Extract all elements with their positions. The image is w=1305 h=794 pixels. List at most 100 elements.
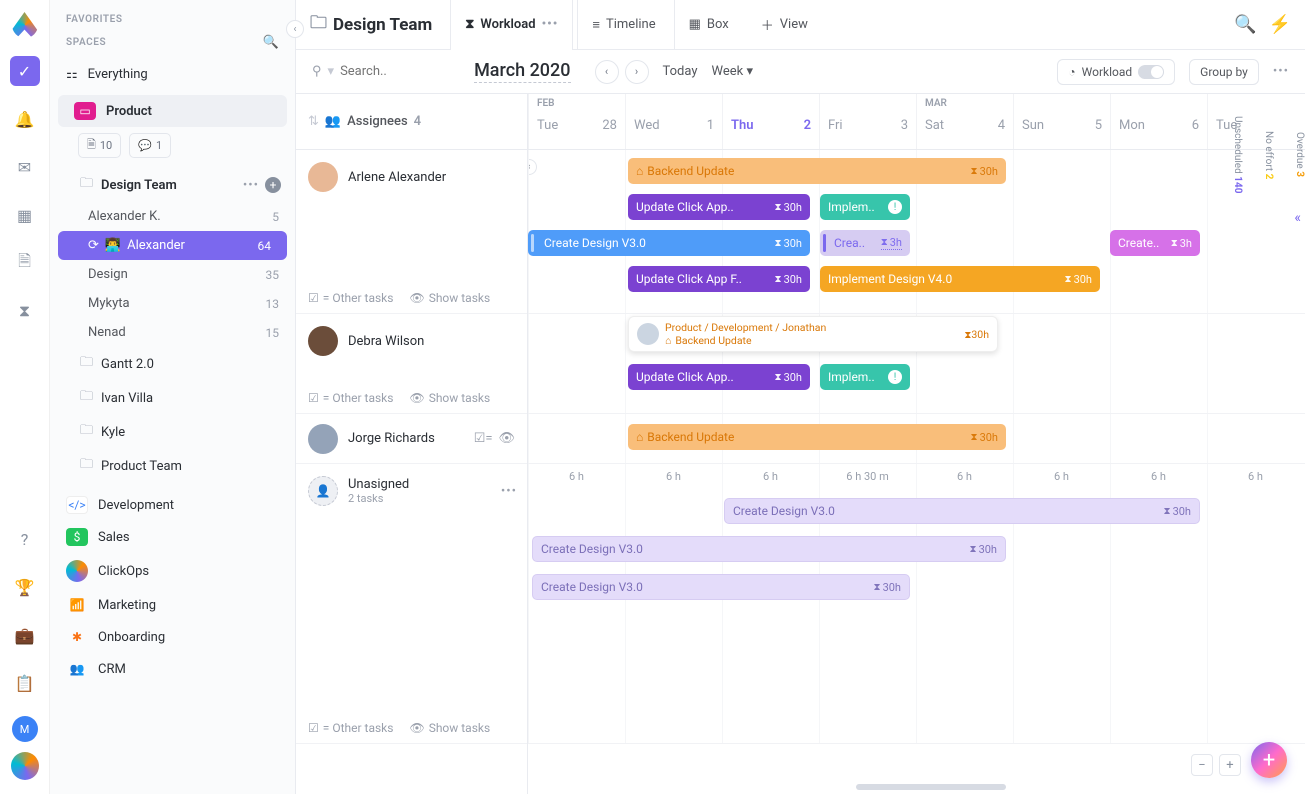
search-icon[interactable]: 🔍 — [263, 35, 279, 50]
toggle-switch[interactable] — [1138, 65, 1164, 79]
sidebar-item-member-active[interactable]: ⟳ 👨‍💻 Alexander 64 — [58, 231, 287, 260]
clipboard-icon[interactable]: 📋 — [10, 668, 40, 698]
task-create-v3[interactable]: Create Design V3.0⧗30h — [724, 498, 1200, 524]
goals-icon[interactable]: 🏆 — [10, 572, 40, 602]
sidebar-folder[interactable]: 🗀Product Team — [50, 449, 295, 483]
sidebar-space-marketing[interactable]: 📶Marketing — [50, 589, 295, 621]
tab-workload[interactable]: ⧗Workload••• — [450, 0, 573, 50]
task-backend-update[interactable]: ⌂ Backend Update⧗30h — [628, 424, 1006, 450]
app-logo-icon[interactable] — [12, 12, 38, 38]
assignee-name[interactable]: Arlene Alexander — [308, 162, 515, 192]
other-tasks-link[interactable]: ☑= Other tasks — [308, 391, 393, 405]
sidebar-item-design-team[interactable]: 🗀Design Team ••• + — [50, 168, 295, 202]
chat-chip[interactable]: 💬 1 — [129, 133, 171, 158]
task-implement[interactable]: Implem..! — [820, 194, 910, 220]
home-icon[interactable]: ✓ — [10, 56, 40, 86]
sidebar-item-member[interactable]: Design35 — [50, 260, 295, 289]
groupby-button[interactable]: Group by — [1189, 59, 1259, 85]
docs-chip[interactable]: 🗎 10 — [78, 133, 121, 158]
show-tasks-link[interactable]: 👁 Show tasks — [409, 291, 490, 305]
sidebar-space-crm[interactable]: 👥CRM — [50, 653, 295, 685]
workspace-logo-icon[interactable] — [11, 752, 39, 780]
tab-options-icon[interactable]: ••• — [542, 17, 559, 32]
onboarding-space-icon: ✱ — [66, 628, 88, 646]
show-tasks-link[interactable]: 👁 Show tasks — [409, 391, 490, 405]
other-tasks-link[interactable]: ☑= Other tasks — [308, 291, 393, 305]
help-icon[interactable]: ? — [10, 524, 40, 554]
collapse-sidebar-icon[interactable]: ‹ — [286, 20, 304, 38]
collapse-ribbon-icon[interactable]: « — [1294, 210, 1301, 226]
prev-button[interactable]: ‹ — [595, 60, 619, 84]
tasks-icon[interactable]: ☑= — [474, 431, 493, 446]
assignee-name[interactable]: Jorge Richards — [308, 424, 435, 454]
user-avatar-icon[interactable]: M — [12, 716, 38, 742]
tab-box[interactable]: ▦Box — [674, 0, 743, 50]
task-backend-update[interactable]: ⌂ Backend Update⧗30h — [628, 158, 1006, 184]
row-options-icon[interactable]: ••• — [501, 484, 517, 499]
tasks-count: 2 tasks — [348, 492, 409, 505]
tab-add-view[interactable]: ＋View — [747, 0, 822, 50]
today-button[interactable]: Today — [663, 64, 698, 79]
calendar-header: FEBTue28 Wed1 Thu2 Fri3 MARSat4 Sun5 Mon… — [528, 94, 1305, 150]
sort-icon[interactable]: ⇅ — [308, 114, 319, 129]
assignee-row: Arlene Alexander ☑= Other tasks 👁 Show t… — [296, 150, 527, 314]
assignees-header[interactable]: ⇅ 👥 Assignees 4 — [296, 94, 527, 150]
sidebar-item-member[interactable]: Alexander K.5 — [50, 202, 295, 231]
ribbon-noeffort[interactable]: No effort 2 — [1263, 131, 1274, 179]
create-button[interactable]: + — [1251, 742, 1287, 778]
ribbon-unscheduled[interactable]: Unscheduled 140 — [1232, 116, 1243, 193]
folder-icon: 🗀 — [80, 421, 93, 443]
ribbon-overdue[interactable]: Overdue 3 — [1294, 132, 1305, 177]
next-button[interactable]: › — [625, 60, 649, 84]
apps-icon[interactable]: ▦ — [10, 200, 40, 230]
search-icon[interactable]: 🔍 — [1234, 14, 1256, 35]
assignee-unassigned[interactable]: 👤 Unasigned 2 tasks — [308, 476, 515, 506]
sidebar-item-member[interactable]: Mykyta13 — [50, 289, 295, 318]
task-implement-v4[interactable]: Implement Design V4.0⧗30h — [820, 266, 1100, 292]
more-options-icon[interactable]: ••• — [1273, 64, 1289, 79]
sidebar-folder[interactable]: 🗀Ivan Villa — [50, 381, 295, 415]
task-crea[interactable]: Crea..⧗3h — [820, 230, 910, 256]
task-update-clickapp[interactable]: Update Click App..⧗30h — [628, 194, 810, 220]
search-input[interactable] — [340, 64, 460, 79]
eye-icon[interactable]: 👁 — [498, 431, 515, 446]
breadcrumb[interactable]: 🗀 Design Team — [310, 10, 446, 39]
show-tasks-link[interactable]: 👁 Show tasks — [409, 721, 490, 735]
docs-icon[interactable]: 🗎 — [10, 248, 40, 278]
range-select[interactable]: Week ▾ — [712, 64, 753, 79]
task-update-clickapp[interactable]: Update Click App..⧗30h — [628, 364, 810, 390]
options-icon[interactable]: ••• — [243, 178, 259, 193]
search-box[interactable]: ⚲▾ — [312, 64, 460, 79]
inbox-icon[interactable]: ✉ — [10, 152, 40, 182]
task-update-clickapp-f[interactable]: Update Click App F..⧗30h — [628, 266, 810, 292]
folder-icon: 🗀 — [80, 353, 93, 375]
other-tasks-link[interactable]: ☑= Other tasks — [308, 721, 393, 735]
sidebar-folder[interactable]: 🗀Gantt 2.0 — [50, 347, 295, 381]
bolt-icon[interactable]: ⚡ — [1269, 14, 1291, 35]
work-icon[interactable]: 💼 — [10, 620, 40, 650]
workload-toggle[interactable]: ◔Workload — [1057, 59, 1175, 85]
task-create-short[interactable]: Create..⧗3h — [1110, 230, 1200, 256]
sidebar-space-onboarding[interactable]: ✱Onboarding — [50, 621, 295, 653]
sidebar-item-member[interactable]: Nenad15 — [50, 318, 295, 347]
zoom-in-button[interactable]: + — [1219, 754, 1241, 776]
sidebar-space-sales[interactable]: $Sales — [50, 521, 295, 553]
task-create-v3[interactable]: Create Design V3.0⧗30h — [528, 230, 810, 256]
assignee-name[interactable]: Debra Wilson — [308, 326, 515, 356]
month-label[interactable]: March 2020 — [474, 60, 570, 83]
horizontal-scrollbar[interactable] — [856, 784, 1006, 790]
filter-icon[interactable]: ⚲ — [312, 64, 322, 79]
sidebar-item-product[interactable]: ▭ Product — [58, 95, 287, 127]
add-icon[interactable]: + — [265, 177, 281, 193]
sidebar-item-everything[interactable]: ⚏ Everything — [50, 60, 295, 89]
sidebar-space-clickops[interactable]: ClickOps — [50, 553, 295, 589]
notifications-icon[interactable]: 🔔 — [10, 104, 40, 134]
task-implement[interactable]: Implem..! — [820, 364, 910, 390]
tab-timeline[interactable]: ≡Timeline — [577, 0, 669, 50]
zoom-out-button[interactable]: − — [1191, 754, 1213, 776]
sidebar-folder[interactable]: 🗀Kyle — [50, 415, 295, 449]
sidebar-space-development[interactable]: </>Development — [50, 489, 295, 521]
task-create-v3[interactable]: Create Design V3.0⧗30h — [532, 536, 1006, 562]
time-icon[interactable]: ⧗ — [10, 296, 40, 326]
task-create-v3[interactable]: Create Design V3.0⧗30h — [532, 574, 910, 600]
